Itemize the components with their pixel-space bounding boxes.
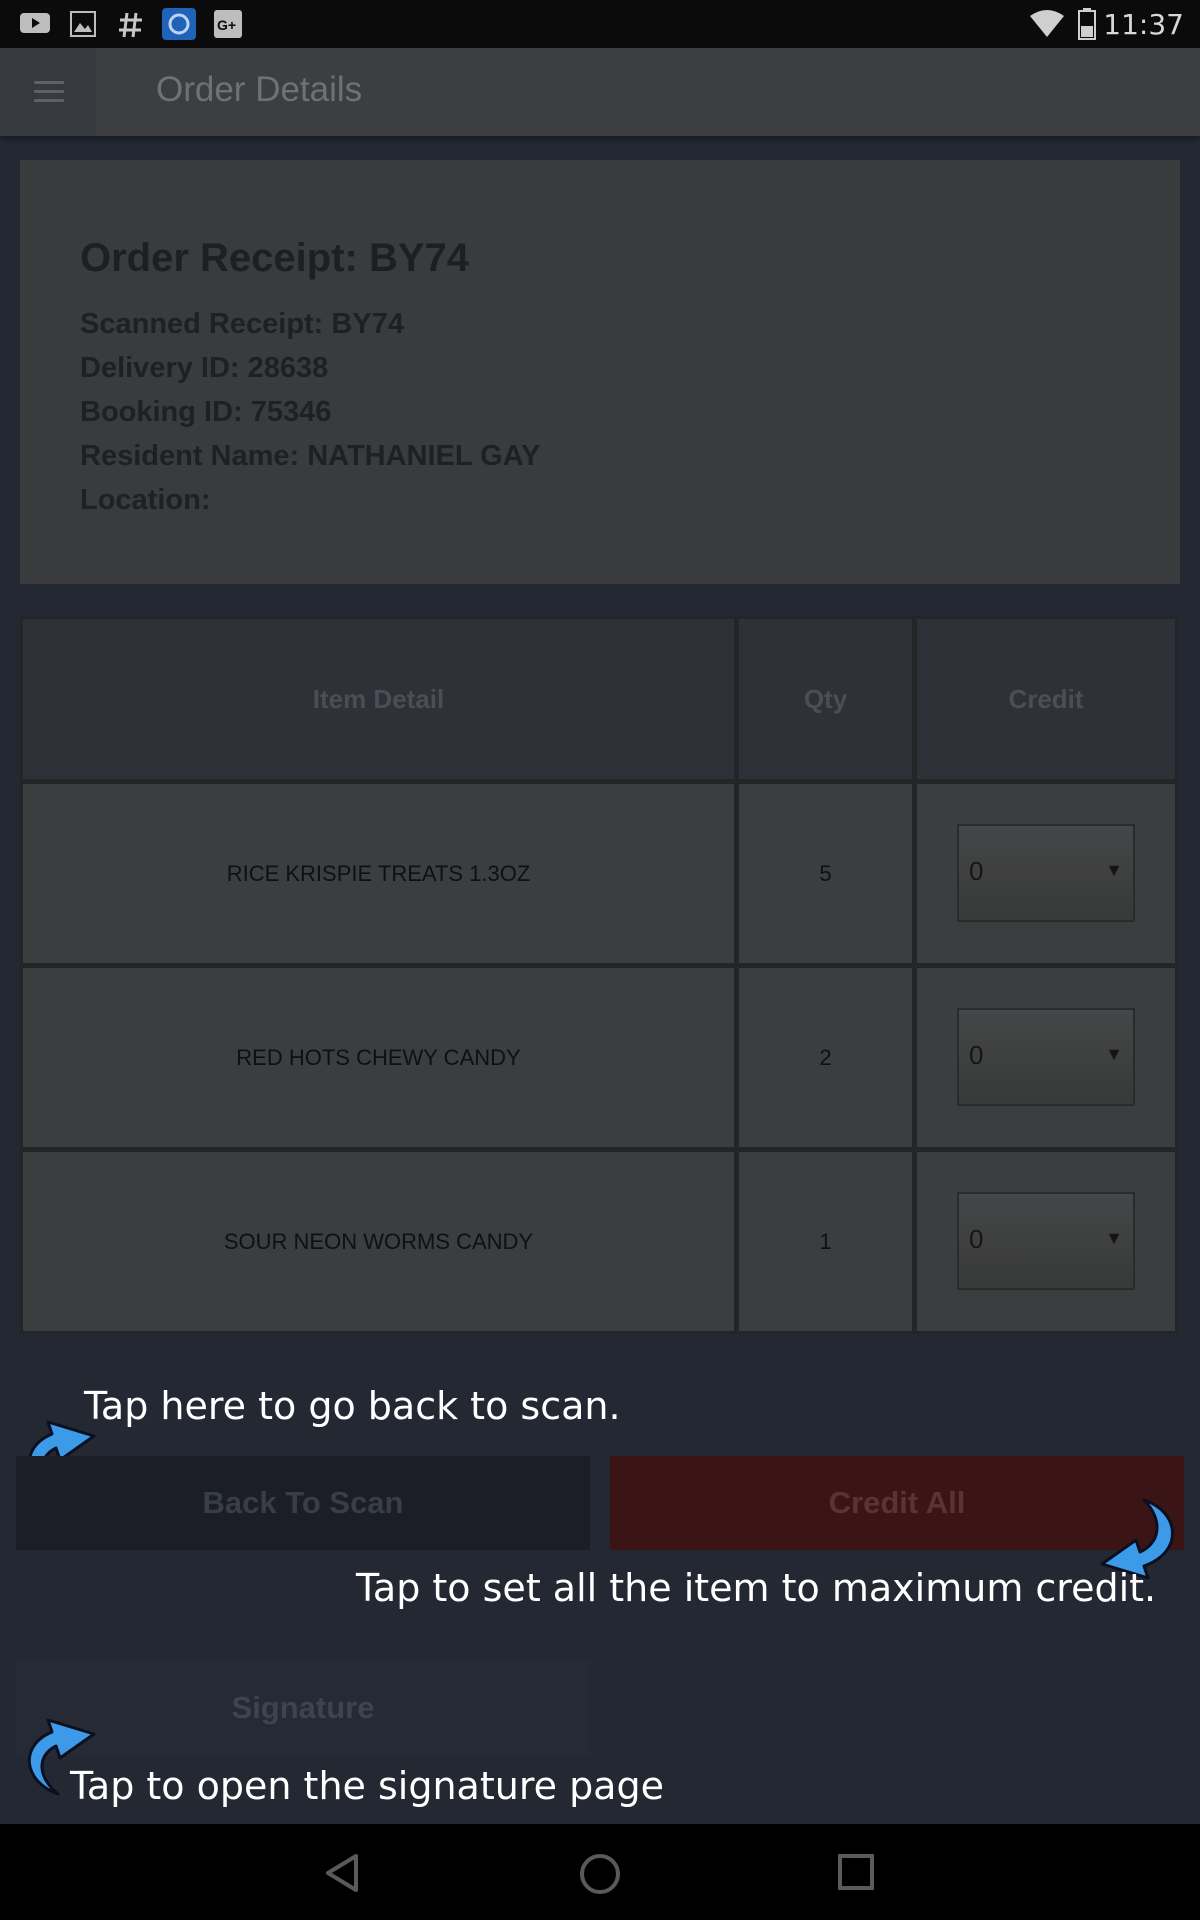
dropdown-arrow-icon: ▼	[1105, 1044, 1123, 1064]
table-row-qty: 1	[739, 1152, 912, 1331]
svg-text:G+: G+	[217, 17, 236, 33]
order-info-panel: Order Receipt: BY74 Scanned Receipt: BY7…	[20, 160, 1180, 584]
google-plus-icon: G+	[214, 10, 242, 38]
navigation-bar	[0, 1824, 1200, 1920]
gallery-icon	[70, 11, 96, 37]
column-header-item-detail: Item Detail	[23, 619, 734, 779]
dropdown-arrow-icon: ▼	[1105, 860, 1123, 880]
delivery-id: Delivery ID: 28638	[80, 352, 329, 384]
hamburger-menu-icon[interactable]	[0, 48, 96, 136]
table-row-item: RED HOTS CHEWY CANDY	[23, 968, 734, 1147]
credit-select-value: 0	[969, 1040, 984, 1070]
page-title: Order Details	[156, 70, 363, 109]
credit-select[interactable]: 0 ▼	[957, 824, 1135, 922]
location: Location:	[80, 484, 211, 516]
table-row-item: SOUR NEON WORMS CANDY	[23, 1152, 734, 1331]
order-receipt-title: Order Receipt: BY74	[80, 236, 470, 280]
credit-select-value: 0	[969, 1224, 984, 1254]
back-to-scan-button[interactable]: Back To Scan	[16, 1456, 590, 1550]
hint-back-to-scan: Tap here to go back to scan.	[84, 1384, 621, 1428]
hashtag-icon	[119, 12, 142, 38]
table-row-qty: 5	[739, 784, 912, 963]
recents-square-icon[interactable]	[836, 1852, 876, 1892]
credit-select[interactable]: 0 ▼	[957, 1008, 1135, 1106]
home-circle-icon[interactable]	[578, 1852, 622, 1896]
column-header-credit: Credit	[917, 619, 1175, 779]
column-header-qty: Qty	[739, 619, 912, 779]
booking-id: Booking ID: 75346	[80, 396, 332, 428]
status-bar: G+ 11:37	[0, 0, 1200, 48]
credit-select-value: 0	[969, 856, 984, 886]
youtube-icon	[20, 13, 50, 33]
wifi-icon	[1030, 10, 1064, 37]
resident-name: Resident Name: NATHANIEL GAY	[80, 440, 541, 472]
table-row-credit-cell: 0 ▼	[917, 968, 1175, 1147]
back-triangle-icon[interactable]	[322, 1852, 362, 1894]
table-row-item: RICE KRISPIE TREATS 1.3OZ	[23, 784, 734, 963]
table-row-credit-cell: 0 ▼	[917, 784, 1175, 963]
status-time: 11:37	[1103, 8, 1184, 41]
order-items-table: Item Detail Qty Credit RICE KRISPIE TREA…	[20, 616, 1178, 1334]
credit-select[interactable]: 0 ▼	[957, 1192, 1135, 1290]
table-row-credit-cell: 0 ▼	[917, 1152, 1175, 1331]
hint-signature: Tap to open the signature page	[70, 1764, 664, 1808]
battery-icon	[1078, 8, 1096, 40]
dropdown-arrow-icon: ▼	[1105, 1228, 1123, 1248]
signature-button[interactable]: Signature	[16, 1660, 590, 1756]
app-bar: Order Details	[0, 48, 1200, 136]
hint-credit-all: Tap to set all the item to maximum credi…	[356, 1566, 1157, 1610]
credit-all-button[interactable]: Credit All	[610, 1456, 1184, 1550]
sync-app-icon	[162, 8, 196, 40]
scanned-receipt: Scanned Receipt: BY74	[80, 308, 404, 340]
table-row-qty: 2	[739, 968, 912, 1147]
